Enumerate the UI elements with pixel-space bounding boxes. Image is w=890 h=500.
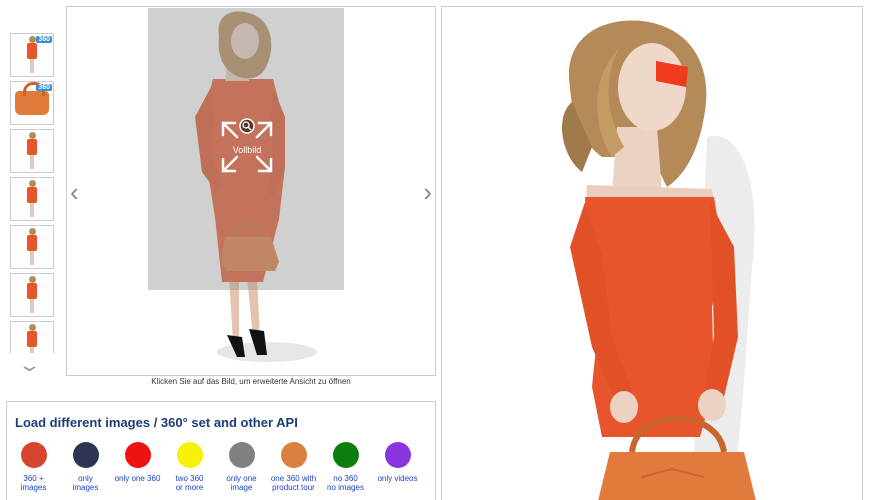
badge-360: 360 xyxy=(36,36,52,43)
model-thumbnail-image xyxy=(27,324,37,353)
option-label-line2: images xyxy=(20,483,47,492)
api-option-only-one-360[interactable]: only one 360 xyxy=(112,442,163,492)
api-options-panel: Load different images / 360° set and oth… xyxy=(6,401,436,500)
option-label-line1: two 360 xyxy=(175,474,204,483)
option-label-line1: only xyxy=(78,474,93,483)
viewer-caption: Klicken Sie auf das Bild, um erweiterte … xyxy=(151,377,351,386)
zoomed-product-photo xyxy=(561,20,756,500)
fullscreen-label: Vollbild xyxy=(232,145,262,155)
thumbnail-model-detail[interactable] xyxy=(10,321,54,353)
model-thumbnail-image xyxy=(27,132,37,170)
previous-image-arrow[interactable]: ‹ xyxy=(70,179,79,205)
api-option-only-videos[interactable]: only videos xyxy=(372,442,423,492)
badge-360: 360 xyxy=(36,84,52,91)
main-image-viewer[interactable]: Vollbild ‹ › xyxy=(66,6,436,376)
thumbnail-scroll-down-button[interactable]: ⌄ xyxy=(17,356,41,374)
option-label-line1: no 360 xyxy=(333,474,358,483)
api-option-two-360[interactable]: two 360 or more xyxy=(164,442,215,492)
option-label-line1: only videos xyxy=(377,474,418,483)
option-label-line1: only one xyxy=(226,474,257,483)
api-option-only-images[interactable]: only images xyxy=(60,442,111,492)
api-option-only-one-image[interactable]: only one image xyxy=(216,442,267,492)
next-image-arrow[interactable]: › xyxy=(423,179,432,205)
color-dot xyxy=(280,442,307,468)
api-option-360-images[interactable]: 360 + images xyxy=(8,442,59,492)
thumbnail-bag-360[interactable]: 360 xyxy=(10,81,54,125)
thumbnail-model-side[interactable] xyxy=(10,177,54,221)
option-label-line2: no images xyxy=(327,483,364,492)
color-dot xyxy=(72,442,99,468)
zoom-detail-panel xyxy=(441,6,863,500)
option-label-line2: image xyxy=(230,483,253,492)
color-dot xyxy=(20,442,47,468)
thumbnail-model-front[interactable] xyxy=(10,129,54,173)
option-label-line2: images xyxy=(72,483,99,492)
option-label-line1: 360 + xyxy=(23,474,44,483)
model-thumbnail-image xyxy=(27,180,37,218)
api-option-360-product-tour[interactable]: one 360 with product tour xyxy=(268,442,319,492)
thumbnail-model-360[interactable]: 360 xyxy=(10,33,54,77)
color-dot xyxy=(176,442,203,468)
api-panel-title: Load different images / 360° set and oth… xyxy=(15,415,298,430)
api-option-no-360-no-images[interactable]: no 360 no images xyxy=(320,442,371,492)
color-dot xyxy=(228,442,255,468)
option-label-line1: one 360 with xyxy=(270,474,317,483)
option-label-line1: only one 360 xyxy=(114,474,161,483)
thumbnail-model-walk[interactable] xyxy=(10,273,54,317)
fullscreen-hint[interactable]: Vollbild xyxy=(217,117,277,181)
model-thumbnail-image xyxy=(27,228,37,266)
option-label-line2: or more xyxy=(175,483,204,492)
bag-thumbnail-image xyxy=(15,82,49,115)
product-gallery-page: 360 360 ⌄ Vollbild ‹ › Klicken Sie auf d… xyxy=(0,0,890,500)
thumbnail-model-back[interactable] xyxy=(10,225,54,269)
option-label-line2: product tour xyxy=(272,483,315,492)
color-dot xyxy=(384,442,411,468)
thumbnail-strip: 360 360 xyxy=(10,33,56,353)
model-thumbnail-image xyxy=(27,276,37,314)
color-dot xyxy=(332,442,359,468)
color-dot xyxy=(124,442,151,468)
api-option-list: 360 + images only images only one 360 tw… xyxy=(7,442,437,492)
